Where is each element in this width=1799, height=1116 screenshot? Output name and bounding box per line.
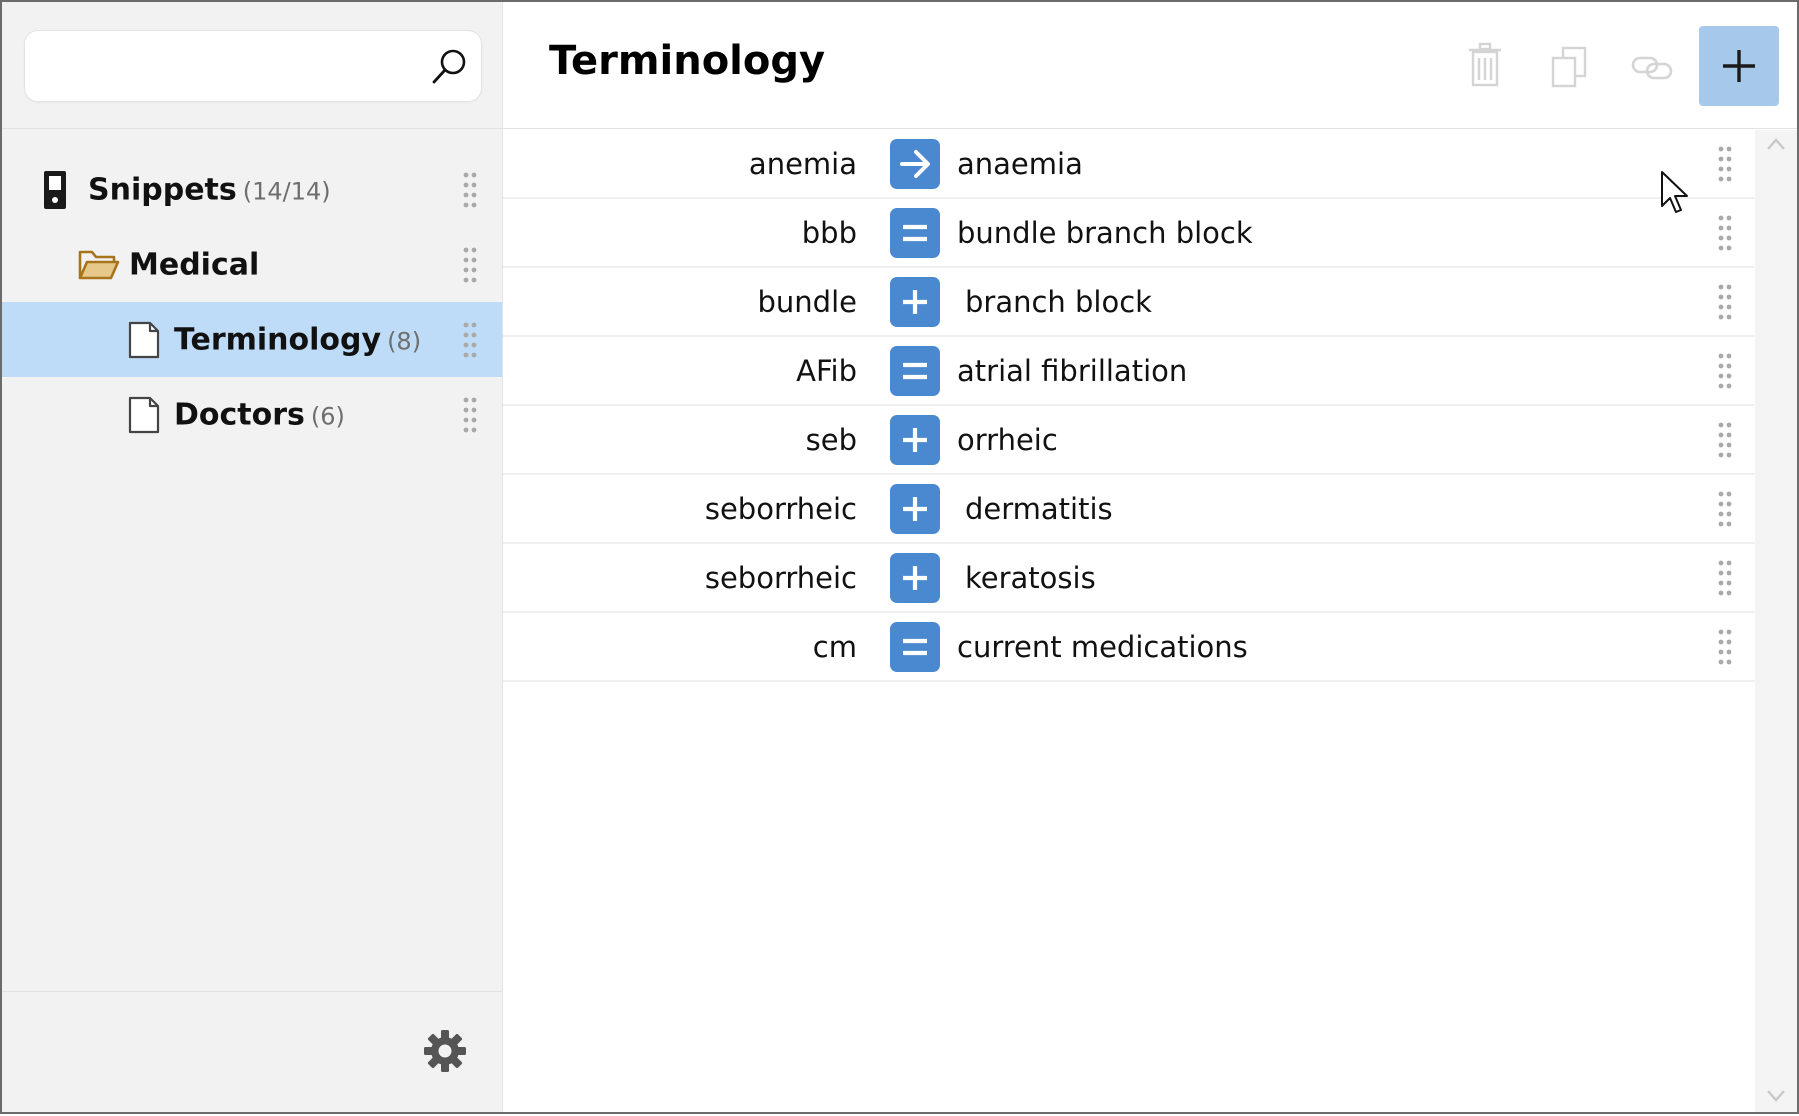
- snippet-row[interactable]: anemia anaemia: [503, 130, 1755, 199]
- chevron-down-icon[interactable]: [1765, 1088, 1787, 1104]
- equals-icon[interactable]: [890, 621, 940, 672]
- drag-handle-icon[interactable]: [1717, 421, 1733, 459]
- snippet-abbreviation: AFib: [796, 353, 857, 388]
- snippet-abbreviation: bbb: [801, 215, 857, 250]
- drag-handle-icon[interactable]: [1717, 559, 1733, 597]
- tree-item-terminology[interactable]: Terminology (8): [2, 302, 502, 377]
- snippet-expansion: bundle branch block: [957, 215, 1253, 250]
- tree-item-count: (14/14): [242, 177, 331, 205]
- drag-handle-icon[interactable]: [1717, 490, 1733, 528]
- tree-item-count: (8): [387, 327, 422, 355]
- snippet-list: anemia anaemia bbb bundle branch block b…: [503, 130, 1755, 682]
- main-panel: Terminology anemia anaemia bbb bundle br…: [503, 2, 1797, 1112]
- tree-item-doctors[interactable]: Doctors (6): [2, 377, 502, 452]
- snippet-abbreviation: seborrheic: [704, 491, 857, 526]
- vertical-scrollbar[interactable]: [1755, 130, 1797, 1112]
- drag-handle-icon[interactable]: [1717, 352, 1733, 390]
- tree-item-label: Terminology (8): [174, 322, 422, 357]
- snippet-row[interactable]: bundle branch block: [503, 268, 1755, 337]
- plus-icon: [1723, 50, 1755, 82]
- equals-icon[interactable]: [890, 207, 940, 258]
- drag-handle-icon[interactable]: [1717, 283, 1733, 321]
- snippet-expansion: orrheic: [957, 422, 1058, 457]
- snippet-expansion: anaemia: [957, 146, 1083, 181]
- snippet-row[interactable]: AFib atrial fibrillation: [503, 337, 1755, 406]
- sidebar: Snippets (14/14) Medical Terminology (8)…: [2, 2, 503, 1112]
- tree-item-label: Snippets (14/14): [88, 172, 331, 207]
- gear-icon[interactable]: [420, 1026, 470, 1076]
- drag-handle-icon[interactable]: [462, 396, 478, 434]
- snippet-row[interactable]: seborrheic keratosis: [503, 544, 1755, 613]
- plus-icon[interactable]: [890, 276, 940, 327]
- snippet-row[interactable]: bbb bundle branch block: [503, 199, 1755, 268]
- arrow-icon[interactable]: [890, 138, 940, 189]
- link-icon[interactable]: [1631, 54, 1673, 82]
- chevron-up-icon[interactable]: [1765, 136, 1787, 152]
- copy-icon[interactable]: [1549, 46, 1589, 88]
- tree-item-label: Medical: [129, 247, 260, 282]
- snippet-abbreviation: cm: [812, 629, 857, 664]
- snippet-row[interactable]: cm current medications: [503, 613, 1755, 682]
- tree-item-count: (6): [310, 402, 345, 430]
- page-title: Terminology: [549, 38, 826, 84]
- snippet-expansion: branch block: [965, 284, 1152, 319]
- drag-handle-icon[interactable]: [462, 246, 478, 284]
- snippet-abbreviation: anemia: [748, 146, 857, 181]
- sidebar-footer: [2, 991, 502, 1112]
- plus-icon[interactable]: [890, 552, 940, 603]
- snippet-expansion: keratosis: [965, 560, 1096, 595]
- plus-icon[interactable]: [890, 483, 940, 534]
- add-snippet-button[interactable]: [1699, 26, 1779, 106]
- snippet-abbreviation: seborrheic: [704, 560, 857, 595]
- search-area: [2, 2, 502, 129]
- folder-open-icon: [78, 250, 120, 279]
- tree-item-label: Doctors (6): [174, 397, 345, 432]
- drag-handle-icon[interactable]: [1717, 628, 1733, 666]
- drag-handle-icon[interactable]: [1717, 145, 1733, 183]
- tree-item-medical[interactable]: Medical: [2, 227, 502, 302]
- database-icon: [44, 170, 66, 209]
- drag-handle-icon[interactable]: [462, 171, 478, 209]
- trash-icon[interactable]: [1465, 42, 1505, 88]
- tree-item-snippets[interactable]: Snippets (14/14): [2, 152, 502, 227]
- snippet-expansion: current medications: [957, 629, 1248, 664]
- snippet-row[interactable]: seb orrheic: [503, 406, 1755, 475]
- search-box[interactable]: [24, 30, 482, 102]
- snippet-abbreviation: seb: [805, 422, 857, 457]
- document-icon: [128, 321, 160, 358]
- search-icon[interactable]: [429, 45, 471, 87]
- header: Terminology: [503, 2, 1797, 129]
- search-input[interactable]: [41, 43, 415, 89]
- plus-icon[interactable]: [890, 414, 940, 465]
- snippet-expansion: atrial fibrillation: [957, 353, 1188, 388]
- collection-tree: Snippets (14/14) Medical Terminology (8)…: [2, 152, 502, 452]
- document-icon: [128, 396, 160, 433]
- snippet-abbreviation: bundle: [757, 284, 857, 319]
- snippet-expansion: dermatitis: [965, 491, 1113, 526]
- snippet-row[interactable]: seborrheic dermatitis: [503, 475, 1755, 544]
- app-window: Snippets (14/14) Medical Terminology (8)…: [0, 0, 1799, 1114]
- drag-handle-icon[interactable]: [462, 321, 478, 359]
- equals-icon[interactable]: [890, 345, 940, 396]
- drag-handle-icon[interactable]: [1717, 214, 1733, 252]
